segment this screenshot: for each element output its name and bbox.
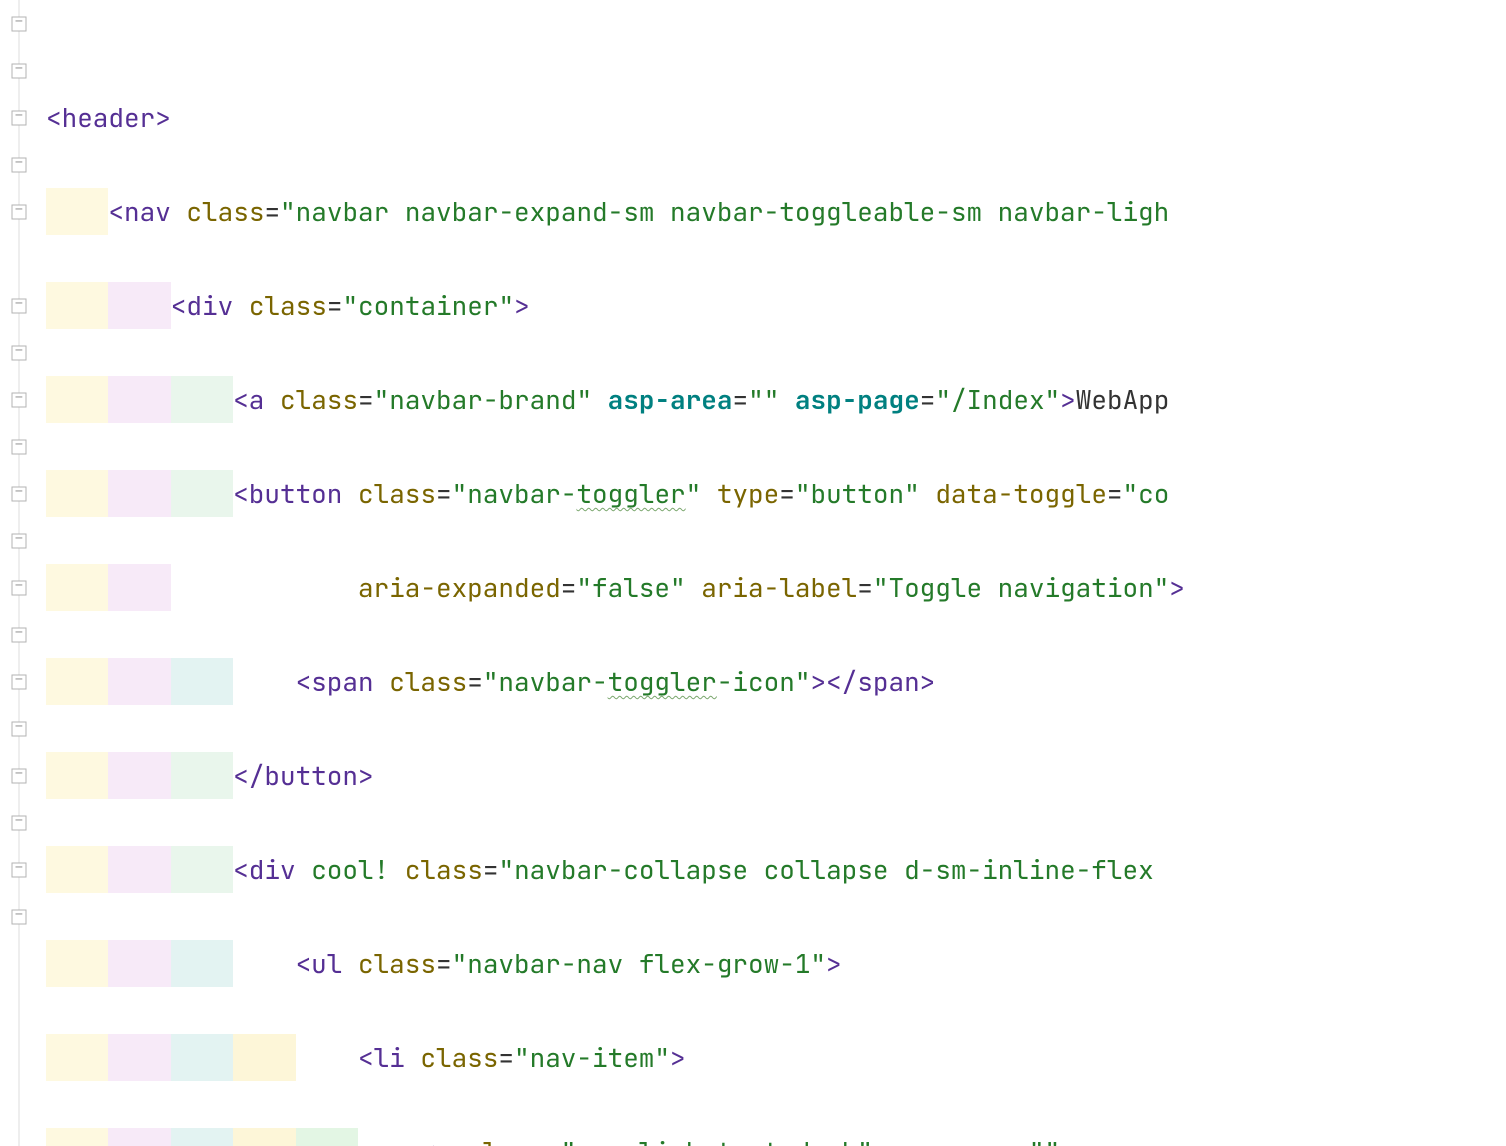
code-line[interactable]: aria-expanded="false" aria-label="Toggle… <box>46 564 1506 611</box>
fold-handle-icon[interactable] <box>12 721 27 736</box>
fold-handle-icon[interactable] <box>12 768 27 783</box>
fold-handle-icon[interactable] <box>12 627 27 642</box>
fold-handle-icon[interactable] <box>12 63 27 78</box>
code-line[interactable]: <li class="nav-item"> <box>46 1034 1506 1081</box>
code-line[interactable]: <div cool! class="navbar-collapse collap… <box>46 846 1506 893</box>
fold-handle-icon[interactable] <box>12 815 27 830</box>
code-line[interactable]: <nav class="navbar navbar-expand-sm navb… <box>46 188 1506 235</box>
fold-handle-icon[interactable] <box>12 157 27 172</box>
fold-handle-icon[interactable] <box>12 486 27 501</box>
fold-handle-icon[interactable] <box>12 439 27 454</box>
code-area[interactable]: <header> <nav class="navbar navbar-expan… <box>38 0 1506 1146</box>
code-line[interactable]: <div class="container"> <box>46 282 1506 329</box>
fold-handle-icon[interactable] <box>12 909 27 924</box>
code-line[interactable]: <span class="navbar-toggler-icon"></span… <box>46 658 1506 705</box>
code-line[interactable]: </button> <box>46 752 1506 799</box>
fold-handle-icon[interactable] <box>12 674 27 689</box>
fold-handle-icon[interactable] <box>12 204 27 219</box>
code-line[interactable]: <button class="navbar-toggler" type="but… <box>46 470 1506 517</box>
fold-handle-icon[interactable] <box>12 392 27 407</box>
code-editor[interactable]: <header> <nav class="navbar navbar-expan… <box>0 0 1506 1146</box>
code-line[interactable]: <a class="navbar-brand" asp-area="" asp-… <box>46 376 1506 423</box>
fold-handle-icon[interactable] <box>12 298 27 313</box>
fold-handle-icon[interactable] <box>12 16 27 31</box>
fold-handle-icon[interactable] <box>12 345 27 360</box>
code-line[interactable]: <ul class="navbar-nav flex-grow-1"> <box>46 940 1506 987</box>
fold-gutter <box>0 0 38 1146</box>
fold-handle-icon[interactable] <box>12 580 27 595</box>
code-line[interactable]: <header> <box>46 94 1506 141</box>
fold-handle-icon[interactable] <box>12 110 27 125</box>
fold-handle-icon[interactable] <box>12 862 27 877</box>
code-line[interactable]: <a class="nav-link text-dark" asp-area="… <box>46 1128 1506 1146</box>
fold-handle-icon[interactable] <box>12 533 27 548</box>
